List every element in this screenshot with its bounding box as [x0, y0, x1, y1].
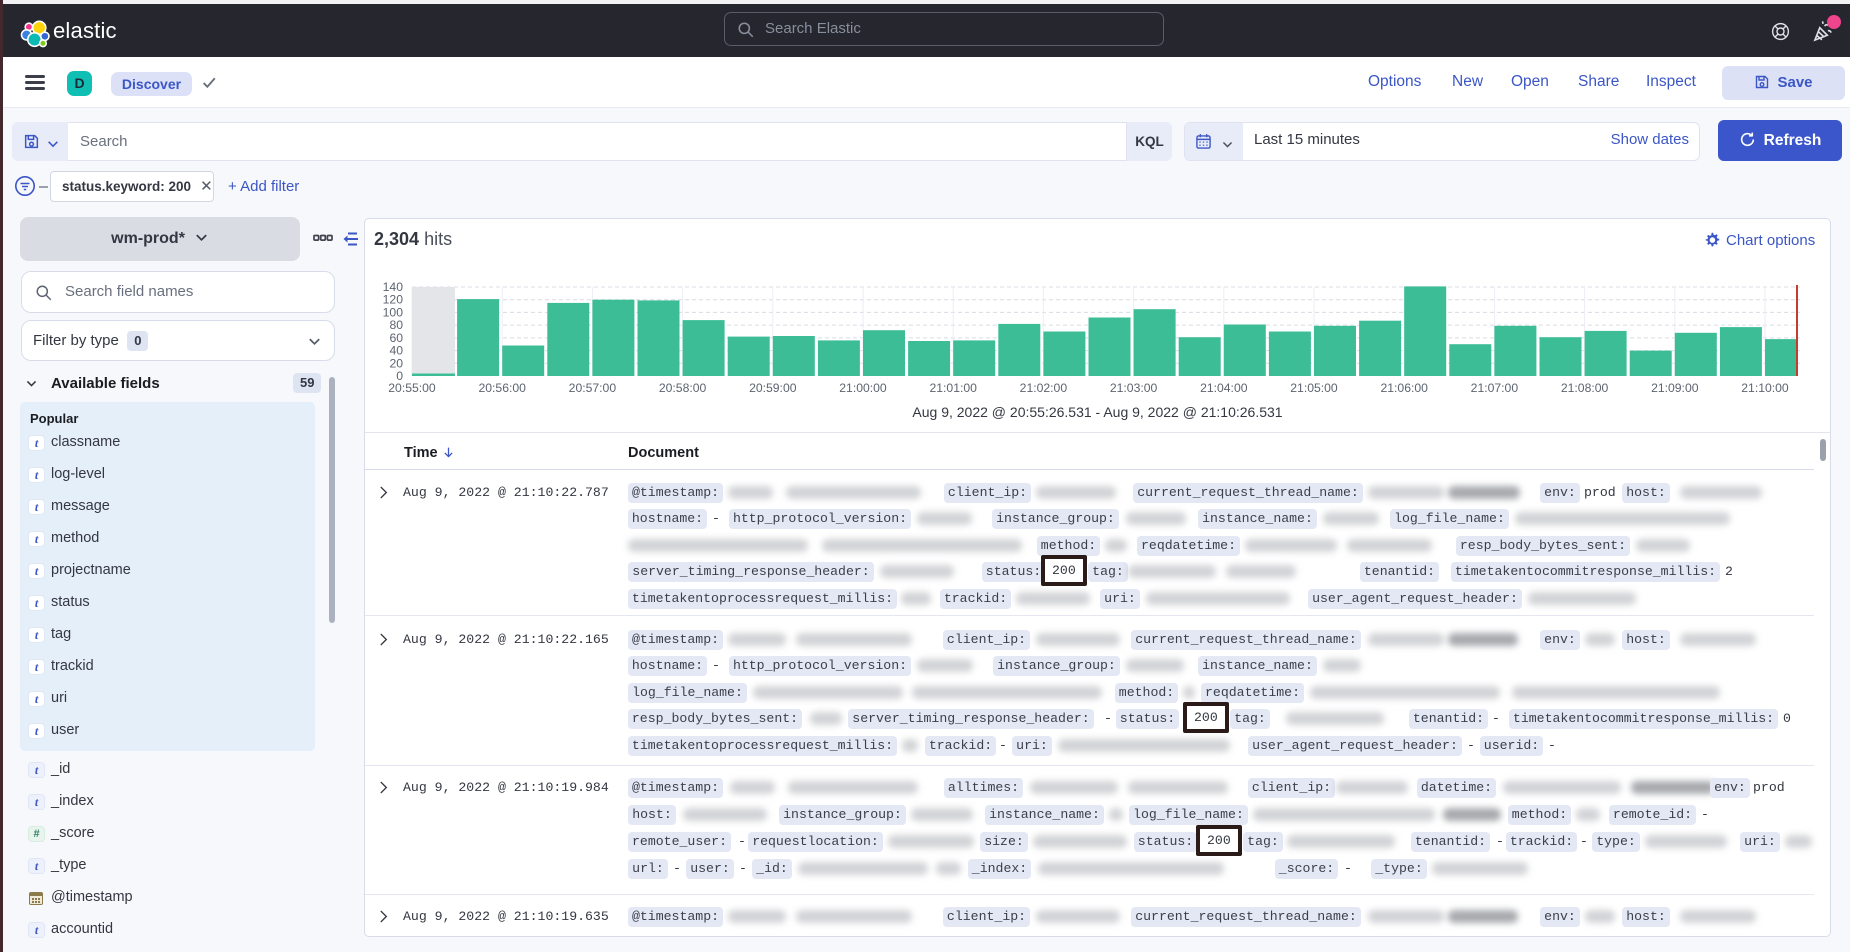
svg-text:21:03:00: 21:03:00	[1110, 381, 1158, 395]
svg-text:20:55:00: 20:55:00	[388, 381, 436, 395]
svg-text:20:56:00: 20:56:00	[478, 381, 526, 395]
svg-text:60: 60	[389, 331, 403, 345]
svg-text:40: 40	[389, 344, 403, 358]
svg-text:80: 80	[389, 318, 403, 332]
svg-text:21:07:00: 21:07:00	[1471, 381, 1519, 395]
svg-text:21:08:00: 21:08:00	[1561, 381, 1609, 395]
svg-text:20:57:00: 20:57:00	[569, 381, 617, 395]
svg-text:20:59:00: 20:59:00	[749, 381, 797, 395]
svg-text:21:02:00: 21:02:00	[1020, 381, 1068, 395]
svg-text:21:04:00: 21:04:00	[1200, 381, 1248, 395]
svg-text:120: 120	[383, 293, 404, 307]
svg-text:20:58:00: 20:58:00	[659, 381, 707, 395]
svg-text:21:01:00: 21:01:00	[929, 381, 977, 395]
svg-text:21:06:00: 21:06:00	[1380, 381, 1428, 395]
svg-text:21:00:00: 21:00:00	[839, 381, 887, 395]
svg-text:21:10:00: 21:10:00	[1741, 381, 1789, 395]
svg-text:140: 140	[383, 280, 404, 294]
svg-text:21:05:00: 21:05:00	[1290, 381, 1338, 395]
svg-text:21:09:00: 21:09:00	[1651, 381, 1699, 395]
svg-text:100: 100	[383, 305, 404, 319]
svg-text:20: 20	[389, 356, 403, 370]
